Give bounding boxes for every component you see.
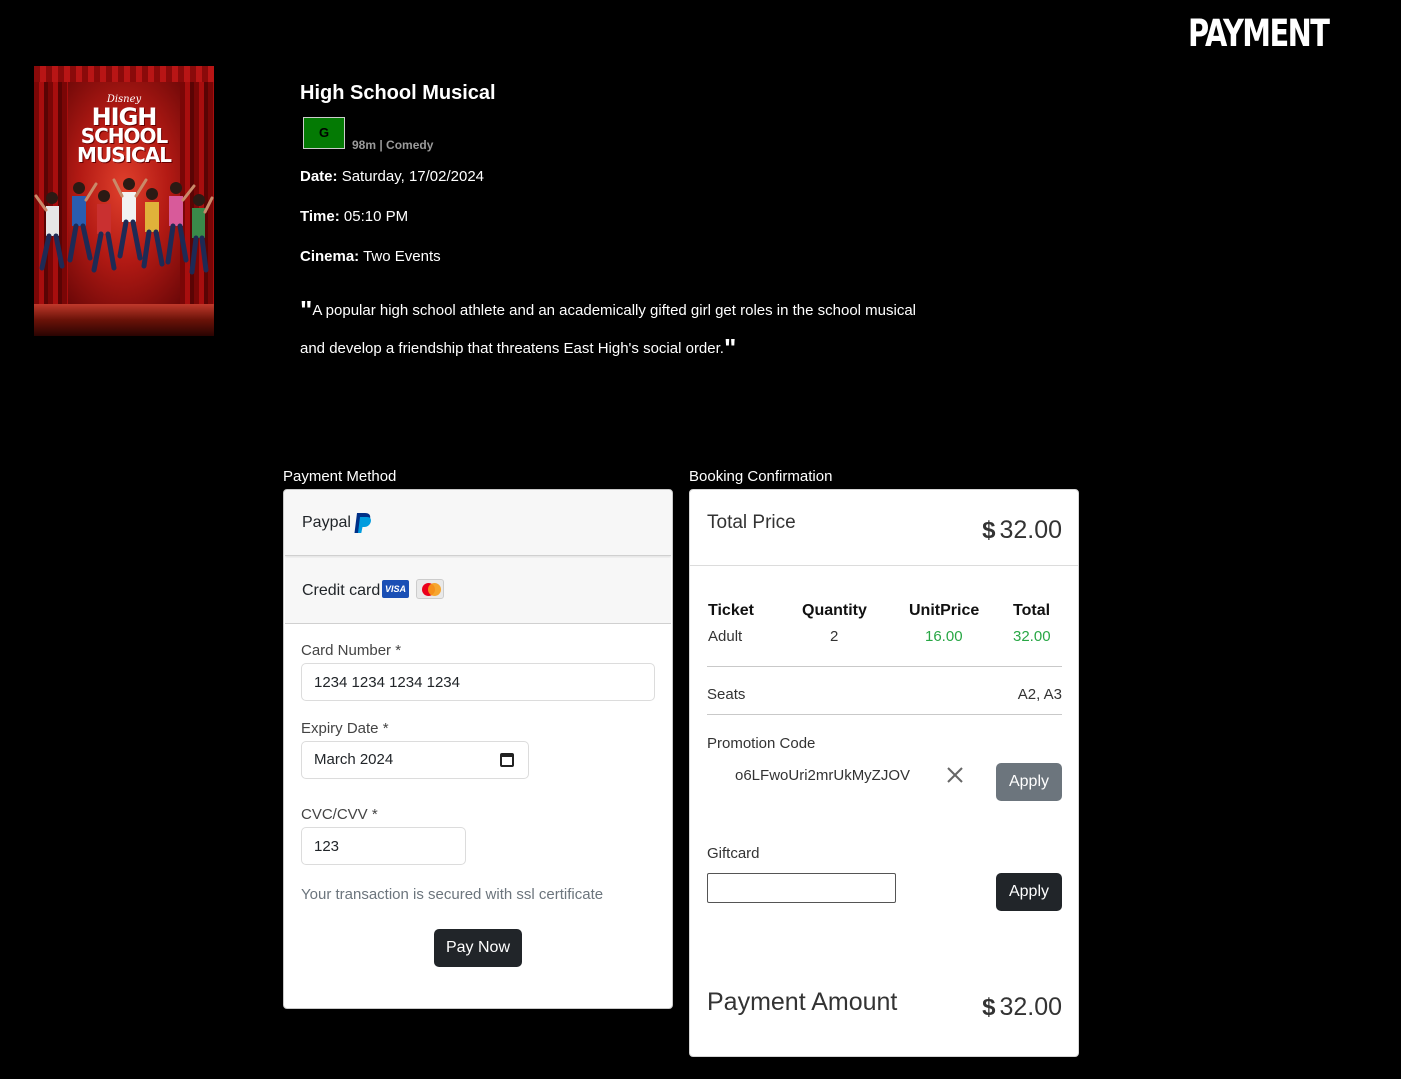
movie-title: High School Musical	[300, 82, 496, 104]
table-header-total: Total	[1013, 602, 1051, 619]
booking-confirmation-heading: Booking Confirmation	[689, 468, 833, 485]
total-price-amount: 32.00	[999, 516, 1062, 544]
paypal-label: Paypal	[302, 514, 351, 531]
quantity-cell: 2	[830, 628, 839, 645]
time-label: Time:	[300, 208, 340, 225]
table-header-ticket: Ticket	[708, 602, 754, 619]
credit-card-option[interactable]: Credit card VISA	[285, 558, 671, 624]
total-divider	[690, 565, 1078, 566]
poster-logo: HIGH SCHOOL MUSICAL	[34, 105, 214, 167]
poster-valance	[34, 66, 214, 82]
time-row: Time: 05:10 PM	[300, 208, 408, 225]
card-number-label: Card Number *	[301, 642, 402, 659]
giftcard-input[interactable]	[707, 873, 896, 903]
seats-label: Seats	[707, 686, 746, 703]
movie-meta: 98m | Comedy	[352, 138, 434, 152]
total-price-label: Total Price	[707, 512, 796, 533]
cvc-label: CVC/CVV *	[301, 806, 378, 823]
payment-amount-amount: 32.00	[999, 993, 1062, 1021]
date-value: Saturday, 17/02/2024	[341, 168, 485, 185]
mastercard-orange-circle	[428, 583, 441, 596]
calendar-icon[interactable]	[500, 753, 514, 767]
payment-amount-value: $32.00	[982, 993, 1062, 1022]
table-divider	[707, 666, 1062, 667]
table-header-quantity: Quantity	[802, 602, 867, 619]
expiry-date-label: Expiry Date *	[301, 720, 389, 737]
close-quote-mark: "	[723, 333, 737, 363]
mastercard-icon	[416, 579, 444, 599]
apply-giftcard-button[interactable]: Apply	[996, 873, 1062, 911]
expiry-date-input[interactable]: March 2024	[301, 741, 529, 779]
cvc-input[interactable]	[301, 827, 466, 865]
total-price-value: $32.00	[982, 516, 1062, 545]
expiry-date-value: March 2024	[314, 751, 394, 768]
line-total-cell: 32.00	[1013, 628, 1051, 645]
credit-card-label: Credit card	[302, 582, 381, 599]
rating-badge: G	[303, 117, 345, 149]
paypal-option[interactable]: Paypal	[285, 490, 671, 556]
payment-method-card: Paypal Credit card VISA Card Number * Ex…	[283, 489, 673, 1009]
secure-note: Your transaction is secured with ssl cer…	[301, 886, 604, 903]
ticket-type-cell: Adult	[708, 628, 743, 645]
unit-price-cell: 16.00	[925, 628, 963, 645]
poster-logo-line3: MUSICAL	[77, 143, 172, 167]
table-header-unitprice: UnitPrice	[909, 602, 980, 619]
promotion-code-label: Promotion Code	[707, 735, 816, 752]
payment-amount-currency: $	[982, 994, 996, 1021]
payment-method-heading: Payment Method	[283, 468, 397, 485]
time-value: 05:10 PM	[343, 208, 409, 225]
cinema-row: Cinema: Two Events	[300, 248, 441, 265]
booking-confirmation-card: Total Price $32.00 Ticket Quantity UnitP…	[689, 489, 1079, 1057]
cinema-label: Cinema:	[300, 248, 360, 265]
synopsis-text: A popular high school athlete and an aca…	[300, 302, 917, 357]
paypal-icon	[354, 513, 371, 533]
giftcard-label: Giftcard	[707, 845, 760, 862]
movie-synopsis: "A popular high school athlete and an ac…	[300, 292, 940, 368]
page-heading: PAYMENT	[1188, 12, 1330, 55]
payment-amount-label: Payment Amount	[707, 988, 898, 1016]
card-number-input[interactable]	[301, 663, 655, 701]
total-price-currency: $	[982, 517, 996, 544]
apply-promo-button[interactable]: Apply	[996, 763, 1062, 801]
movie-poster: Disney HIGH SCHOOL MUSICAL	[34, 66, 214, 336]
clear-promo-icon[interactable]	[945, 765, 965, 785]
date-row: Date: Saturday, 17/02/2024	[300, 168, 484, 185]
pay-now-button[interactable]: Pay Now	[434, 929, 522, 967]
visa-icon: VISA	[382, 580, 409, 598]
seats-value: A2, A3	[1017, 686, 1062, 703]
poster-stage	[34, 304, 214, 336]
date-label: Date:	[300, 168, 338, 185]
promotion-code-value[interactable]: o6LFwoUri2mrUkMyZJOV	[735, 767, 910, 784]
open-quote-mark: "	[300, 295, 313, 325]
poster-cast-figures	[34, 178, 214, 275]
seats-divider	[707, 714, 1062, 715]
cinema-value: Two Events	[363, 248, 441, 265]
